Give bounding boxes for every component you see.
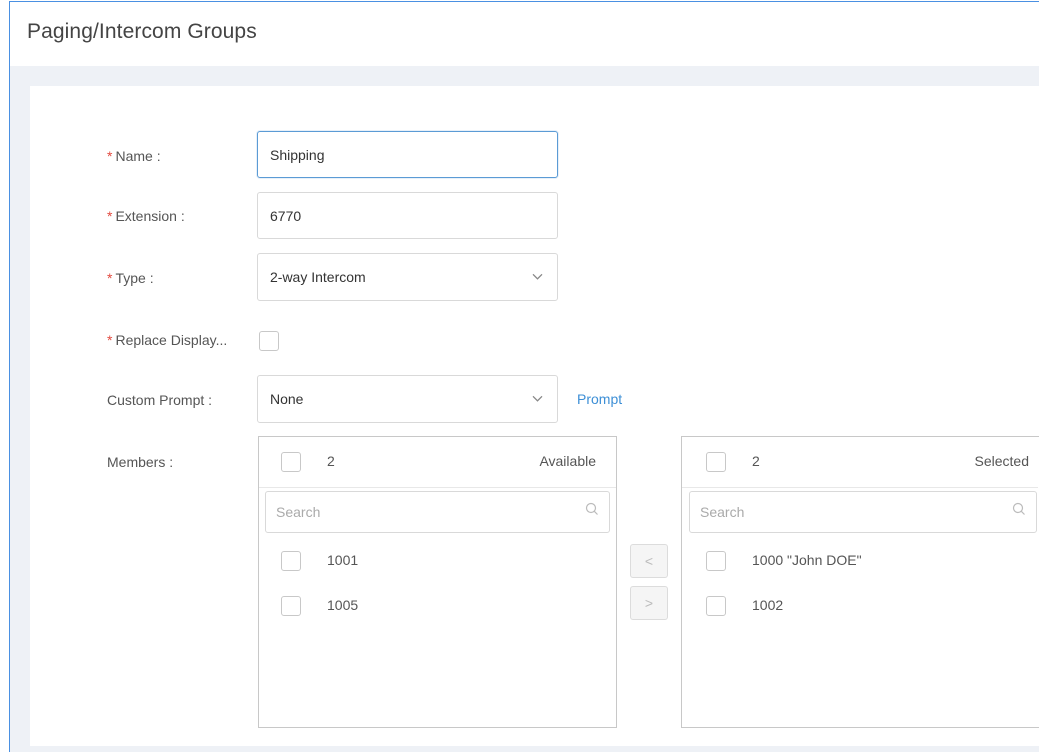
required-mark: * — [107, 270, 113, 286]
list-item[interactable]: 1001 — [259, 543, 616, 579]
form-panel: * Name : Shipping * Extension : 6770 * Type… — [30, 86, 1039, 746]
type-label: * Type : — [107, 270, 154, 286]
selected-panel: 2 Selected Search 1000 "John DOE" 1002 — [681, 436, 1039, 728]
page-title: Paging/Intercom Groups — [27, 20, 257, 43]
item-label: 1000 "John DOE" — [752, 552, 862, 568]
required-mark: * — [107, 208, 113, 224]
selected-panel-header: 2 Selected — [682, 437, 1038, 488]
chevron-down-icon — [532, 269, 543, 283]
required-mark: * — [107, 148, 113, 164]
item-label: 1001 — [327, 552, 359, 568]
available-panel-header: 2 Available — [259, 437, 616, 488]
list-item[interactable]: 1005 — [259, 588, 616, 624]
available-title: Available — [539, 453, 596, 469]
available-panel: 2 Available Search 1001 1005 — [258, 436, 617, 728]
move-right-button[interactable]: > — [630, 586, 668, 620]
item-label: 1005 — [327, 597, 359, 613]
list-item[interactable]: 1000 "John DOE" — [682, 543, 1039, 579]
required-mark: * — [107, 332, 113, 348]
available-count: 2 — [327, 453, 335, 469]
move-left-button[interactable]: < — [630, 544, 668, 578]
selected-select-all-checkbox[interactable] — [706, 452, 726, 472]
replace-display-checkbox[interactable] — [259, 331, 279, 351]
item-checkbox[interactable] — [706, 596, 726, 616]
extension-label: * Extension : — [107, 208, 185, 224]
available-select-all-checkbox[interactable] — [281, 452, 301, 472]
page-header: Paging/Intercom Groups — [10, 2, 1039, 66]
extension-input[interactable]: 6770 — [257, 192, 558, 239]
selected-title: Selected — [974, 453, 1029, 469]
selected-search-input[interactable]: Search — [689, 491, 1037, 533]
custom-prompt-label: Custom Prompt : — [107, 392, 213, 408]
item-label: 1002 — [752, 597, 784, 613]
item-checkbox[interactable] — [281, 596, 301, 616]
chevron-down-icon — [532, 391, 543, 405]
custom-prompt-select[interactable]: None — [257, 375, 558, 423]
replace-display-label: * Replace Display... — [107, 332, 228, 348]
list-item[interactable]: 1002 — [682, 588, 1039, 624]
prompt-link[interactable]: Prompt — [577, 391, 622, 407]
available-search-input[interactable]: Search — [265, 491, 610, 533]
item-checkbox[interactable] — [706, 551, 726, 571]
selected-count: 2 — [752, 453, 760, 469]
name-input[interactable]: Shipping — [257, 131, 558, 178]
item-checkbox[interactable] — [281, 551, 301, 571]
search-icon — [1012, 502, 1026, 521]
search-icon — [585, 502, 599, 521]
type-select[interactable]: 2-way Intercom — [257, 253, 558, 301]
name-label: * Name : — [107, 148, 161, 164]
members-label: Members : — [107, 454, 174, 470]
